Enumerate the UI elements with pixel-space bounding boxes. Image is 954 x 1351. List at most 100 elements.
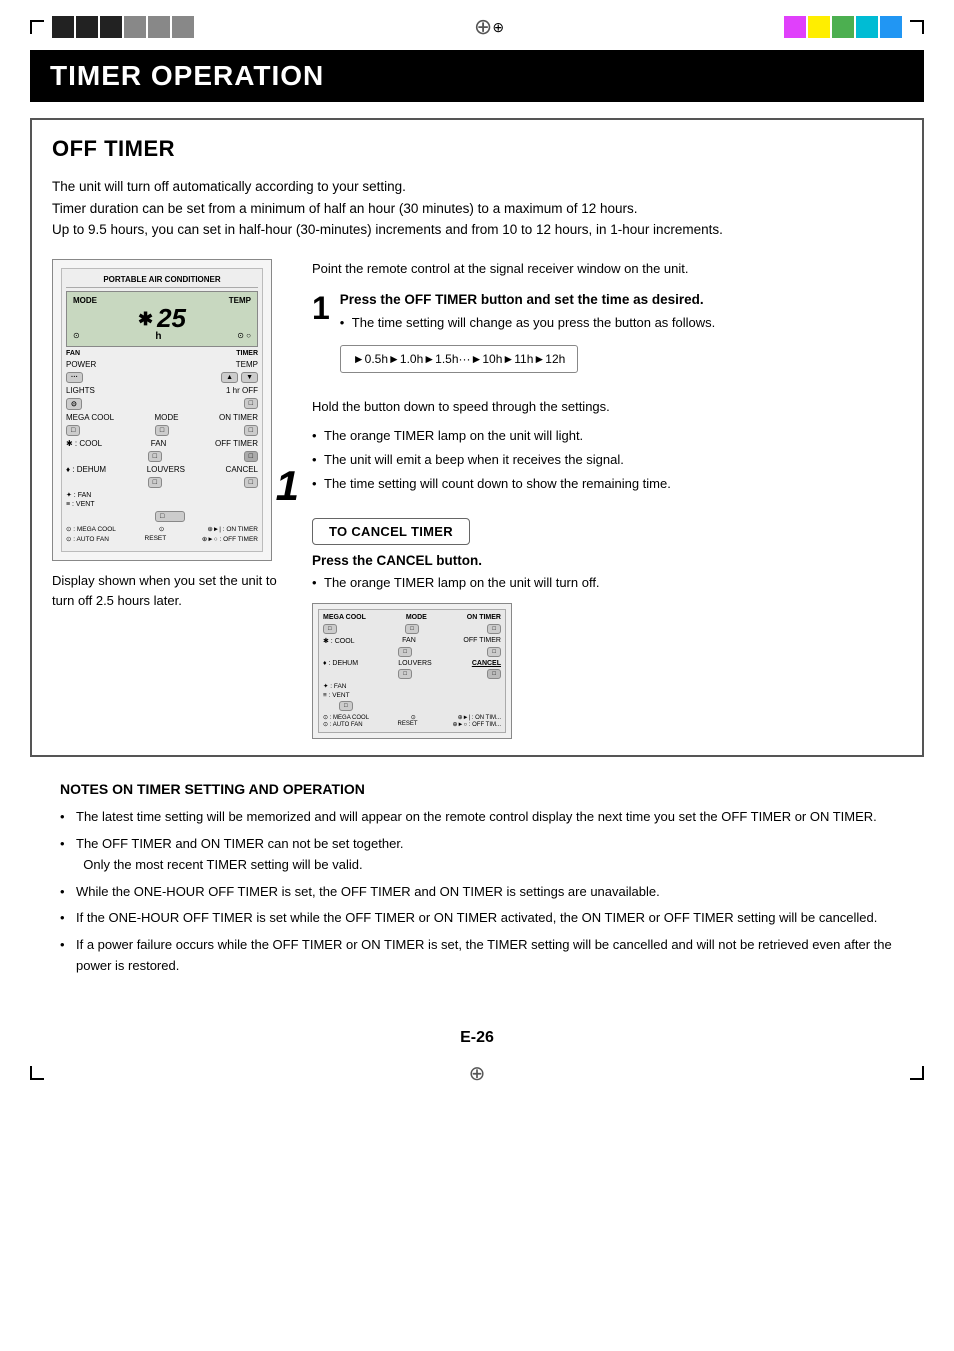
remote-temp-down-btn[interactable]: ▼	[241, 372, 258, 383]
main-content: OFF TIMER The unit will turn off automat…	[0, 102, 954, 1019]
remote-icons-row: ✦ : FAN	[66, 491, 258, 499]
remote-cancel-btn[interactable]: □	[244, 477, 258, 488]
cancel-off-timer-label: OFF TIMER	[463, 637, 501, 645]
color-bars-right	[784, 16, 902, 38]
remote-1hr-btn[interactable]: □	[244, 398, 258, 409]
top-registration-marks: ⊕	[0, 0, 954, 50]
black-bars-left	[52, 16, 194, 38]
cancel-fan-btn[interactable]: □	[398, 647, 412, 657]
cancel-remote-bottom-labels2: ⊙ : AUTO FAN RESET ⊕►○ : OFF TIM...	[323, 721, 501, 728]
remote-power-btns-row: ··· ▲ ▼	[66, 372, 258, 383]
cancel-remote-cool-fan-off-btns: □ □	[323, 647, 501, 657]
remote-auto-fan-label: ⊙ : AUTO FAN	[66, 535, 109, 543]
bullet-countdown: The time setting will count down to show…	[312, 474, 902, 494]
remote-power-btn[interactable]: ···	[66, 372, 83, 383]
remote-fan3-label: ✦ : FAN	[66, 491, 91, 499]
remote-timer-label: TIMER	[236, 350, 258, 357]
cancel-timer-box: TO CANCEL TIMER	[312, 518, 470, 545]
point-text: Point the remote control at the signal r…	[312, 259, 902, 279]
step-1-bullet-1: The time setting will change as you pres…	[340, 313, 715, 333]
cancel-remote-dehum-louvers-cancel-labels: ♦ : DEHUM LOUVERS CANCEL	[323, 660, 501, 667]
cancel-remote-top-btns: □ □ □	[323, 624, 501, 634]
remote-cool-fan-off-btns: □ □	[66, 451, 258, 462]
remote-lights-btn[interactable]: ⊙	[66, 398, 82, 410]
cancel-mega-btn[interactable]: □	[323, 624, 337, 634]
remote-vent-label: ≡ : VENT	[66, 501, 95, 508]
remote-fan-label: FAN	[66, 350, 80, 357]
remote-display-number: 25	[157, 305, 186, 331]
cancel-mega-cool2-label: ⊙ : MEGA COOL	[323, 714, 369, 721]
cancel-off-timer-btn[interactable]: □	[487, 647, 501, 657]
page-title: TIMER OPERATION	[30, 50, 924, 102]
remote-mode-btn[interactable]: □	[155, 425, 169, 436]
cancel-fan-label: FAN	[402, 637, 416, 645]
cancel-remote-illustration: MEGA COOL MODE ON TIMER □ □ □ ✱ : COOL	[312, 603, 512, 739]
remote-cancel-label: CANCEL	[226, 465, 258, 474]
remote-cool-label: ✱ : COOL	[66, 439, 102, 448]
cancel-mode-btn[interactable]: □	[405, 624, 419, 634]
step-1-content: Press the OFF TIMER button and set the t…	[340, 292, 715, 385]
remote-fan-btn[interactable]: □	[148, 451, 162, 462]
remote-temp-label: TEMP	[229, 296, 251, 305]
remote-vent-btn[interactable]: □	[155, 511, 185, 522]
cancel-remote-vent-btn-row: □	[323, 701, 501, 711]
cancel-subtitle: Press the CANCEL button.	[312, 553, 902, 568]
remote-dehum-louvers-cancel-row: ♦ : DEHUM LOUVERS CANCEL	[66, 465, 258, 474]
cancel-louvers-label: LOUVERS	[398, 660, 431, 667]
cancel-remote-dehum-louvers-cancel-btns: □ □	[323, 669, 501, 679]
remote-mode2-label: MODE	[155, 413, 179, 422]
bullet-orange-lamp: The orange TIMER lamp on the unit will l…	[312, 426, 902, 446]
remote-on-timer2-label: ⊕►| : ON TIMER	[207, 525, 258, 533]
remote-lights-btns-row: ⊙ □	[66, 398, 258, 410]
notes-item-2: The OFF TIMER and ON TIMER can not be se…	[60, 834, 894, 876]
cancel-remote-on-timer: ON TIMER	[467, 614, 501, 621]
remote-reset-label: RESET	[145, 535, 167, 542]
remote-off-timer2-label: ⊕►○ : OFF TIMER	[202, 535, 258, 543]
cancel-louvers-btn[interactable]: □	[398, 669, 412, 679]
remote-power-label: POWER	[66, 360, 96, 369]
bottom-right-corner-mark	[910, 1066, 924, 1080]
remote-mode-label: MODE	[73, 296, 97, 305]
notes-item-4: If the ONE-HOUR OFF TIMER is set while t…	[60, 908, 894, 929]
cancel-timer-section: TO CANCEL TIMER Press the CANCEL button.…	[312, 508, 902, 739]
top-left-corner-mark	[30, 20, 44, 34]
remote-lights-row: LIGHTS 1 hr OFF	[66, 386, 258, 395]
remote-on-timer-btn[interactable]: □	[244, 425, 258, 436]
notes-item-1: The latest time setting will be memorize…	[60, 807, 894, 828]
cancel-remote-top-labels: MEGA COOL MODE ON TIMER	[323, 614, 501, 621]
remote-mega-cool-label: MEGA COOL	[66, 413, 114, 422]
left-column: PORTABLE AIR CONDITIONER MODE TEMP ✱ 25	[52, 259, 292, 739]
off-timer-section: OFF TIMER The unit will turn off automat…	[30, 118, 924, 757]
remote-brand-label: PORTABLE AIR CONDITIONER	[66, 275, 258, 288]
remote-mega-cool-btn[interactable]: □	[66, 425, 80, 436]
two-column-layout: PORTABLE AIR CONDITIONER MODE TEMP ✱ 25	[52, 259, 902, 739]
cancel-remote-vent-label: ✦ : FAN	[323, 682, 501, 690]
remote-power-temp-row: POWER TEMP	[66, 360, 258, 369]
remote-dehum-label: ♦ : DEHUM	[66, 465, 106, 474]
remote-louvers-btn[interactable]: □	[148, 477, 162, 488]
remote-temp-up-btn[interactable]: ▲	[221, 372, 238, 383]
cancel-auto-fan-label: ⊙ : AUTO FAN	[323, 721, 363, 728]
timer-sequence: ►0.5h►1.0h►1.5h···►10h►11h►12h	[340, 345, 579, 373]
bullet-beep: The unit will emit a beep when it receiv…	[312, 450, 902, 470]
cancel-dehum-label: ♦ : DEHUM	[323, 660, 358, 667]
cancel-remote-inner: MEGA COOL MODE ON TIMER □ □ □ ✱ : COOL	[318, 609, 506, 733]
cancel-vent-btn[interactable]: □	[339, 701, 353, 711]
cancel-bullet: The orange TIMER lamp on the unit will t…	[312, 573, 902, 593]
remote-lights-label: LIGHTS	[66, 386, 95, 395]
step-1-row: 1 Press the OFF TIMER button and set the…	[312, 292, 902, 385]
cancel-cool-label: ✱ : COOL	[323, 637, 355, 645]
remote-inner: PORTABLE AIR CONDITIONER MODE TEMP ✱ 25	[61, 268, 263, 552]
remote-bottom-labels2: ⊙ : AUTO FAN RESET ⊕►○ : OFF TIMER	[66, 535, 258, 543]
remote-off-timer-btn[interactable]: □	[244, 451, 258, 462]
notes-item-5: If a power failure occurs while the OFF …	[60, 935, 894, 977]
remote-vent-btn-row: □	[66, 511, 258, 522]
right-column: Point the remote control at the signal r…	[312, 259, 902, 739]
remote-mega-mode-on-btns: □ □ □	[66, 425, 258, 436]
remote-off-timer-label: OFF TIMER	[215, 439, 258, 448]
cancel-remote-bottom-labels: ⊙ : MEGA COOL ⊙ ⊕►| : ON TIM...	[323, 714, 501, 721]
cancel-on-timer-btn[interactable]: □	[487, 624, 501, 634]
remote-dehum-louvers-cancel-btns: □ □	[66, 477, 258, 488]
cancel-cancel-btn[interactable]: □	[487, 669, 501, 679]
remote-illustration: PORTABLE AIR CONDITIONER MODE TEMP ✱ 25	[52, 259, 272, 561]
